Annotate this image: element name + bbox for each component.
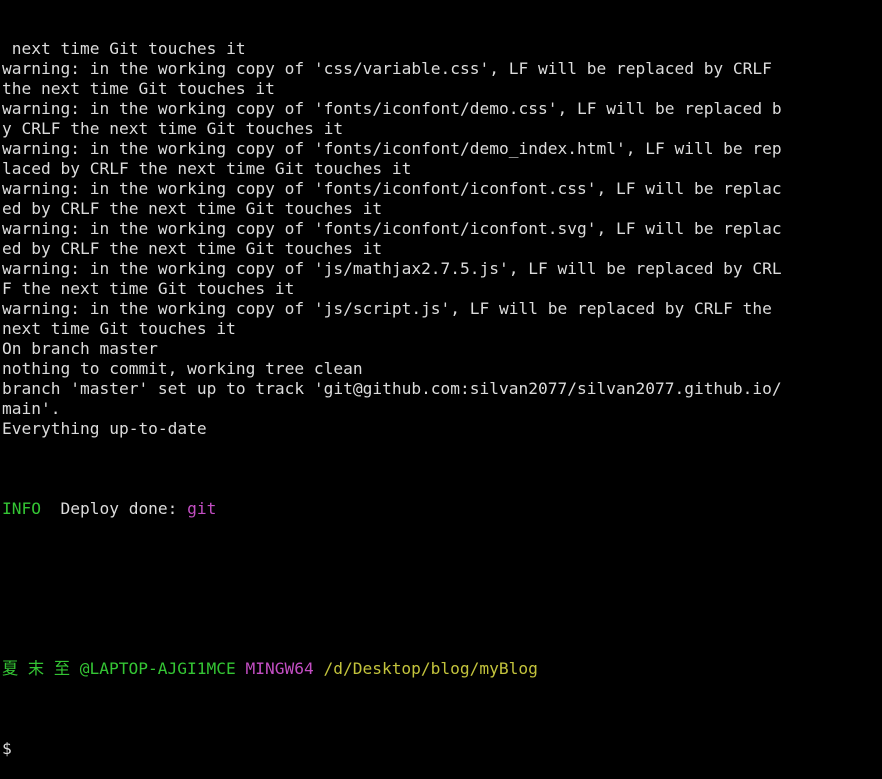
terminal-window[interactable]: next time Git touches it warning: in the … bbox=[2, 0, 882, 779]
output-line: nothing to commit, working tree clean bbox=[2, 359, 363, 378]
terminal-output: next time Git touches it warning: in the … bbox=[2, 39, 882, 439]
output-line: the next time Git touches it bbox=[2, 79, 275, 98]
output-line: F the next time Git touches it bbox=[2, 279, 295, 298]
output-line: warning: in the working copy of 'fonts/i… bbox=[2, 179, 782, 198]
output-line: laced by CRLF the next time Git touches … bbox=[2, 159, 412, 178]
info-line: INFO Deploy done: git bbox=[2, 499, 882, 519]
output-line: warning: in the working copy of 'fonts/i… bbox=[2, 219, 782, 238]
prompt-user-host: 夏 末 至 @LAPTOP-AJGI1MCE bbox=[2, 659, 236, 678]
output-line: warning: in the working copy of 'js/math… bbox=[2, 259, 782, 278]
output-line: next time Git touches it bbox=[2, 319, 236, 338]
output-line: ed by CRLF the next time Git touches it bbox=[2, 199, 383, 218]
output-line: On branch master bbox=[2, 339, 158, 358]
output-line: y CRLF the next time Git touches it bbox=[2, 119, 344, 138]
output-line: main'. bbox=[2, 399, 61, 418]
output-line: warning: in the working copy of 'css/var… bbox=[2, 59, 772, 78]
prompt-symbol: $ bbox=[2, 739, 12, 758]
output-line: warning: in the working copy of 'fonts/i… bbox=[2, 139, 782, 158]
output-line: warning: in the working copy of 'js/scri… bbox=[2, 299, 772, 318]
info-target: git bbox=[187, 499, 217, 518]
output-line: branch 'master' set up to track 'git@git… bbox=[2, 379, 782, 398]
output-line: warning: in the working copy of 'fonts/i… bbox=[2, 99, 782, 118]
command-input-line[interactable]: $ bbox=[2, 739, 882, 759]
output-line: Everything up-to-date bbox=[2, 419, 207, 438]
output-line: next time Git touches it bbox=[2, 39, 246, 58]
output-line: ed by CRLF the next time Git touches it bbox=[2, 239, 383, 258]
info-message: Deploy done: bbox=[40, 499, 188, 518]
prompt-line: 夏 末 至 @LAPTOP-AJGI1MCE MINGW64 /d/Deskto… bbox=[2, 659, 882, 679]
info-tag: INFO bbox=[2, 499, 41, 518]
prompt-path: /d/Desktop/blog/myBlog bbox=[323, 659, 538, 678]
prompt-system: MINGW64 bbox=[245, 659, 314, 678]
